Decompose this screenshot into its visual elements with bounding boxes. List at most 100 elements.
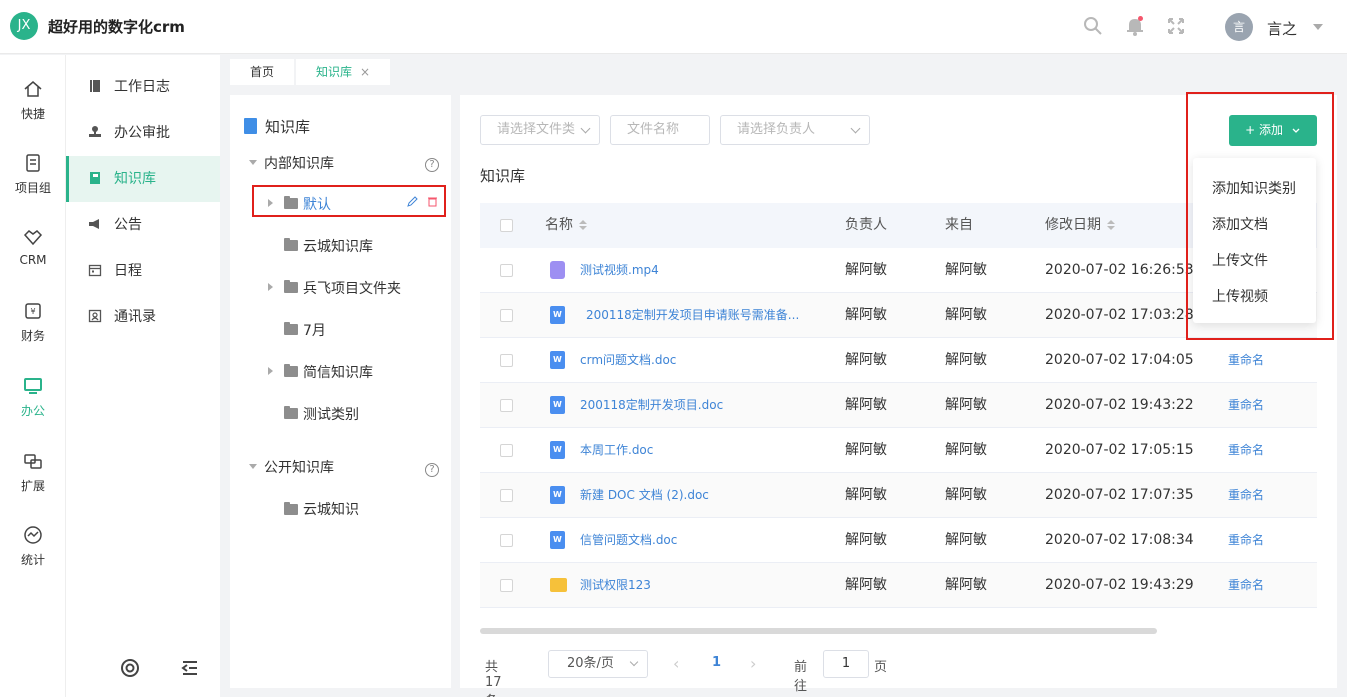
- tree-group-public[interactable]: 公开知识库: [264, 457, 334, 477]
- user-name[interactable]: 言之: [1267, 18, 1297, 39]
- modified-cell: 2020-07-02 17:05:15: [1045, 442, 1194, 458]
- prev-page-button[interactable]: ‹: [673, 654, 679, 673]
- col-name-label: 名称: [545, 217, 573, 233]
- sub-item-label: 工作日志: [114, 79, 170, 95]
- rename-link[interactable]: 重命名: [1228, 473, 1264, 518]
- fullscreen-icon[interactable]: [1166, 16, 1186, 36]
- page-number[interactable]: 1: [712, 655, 721, 670]
- tree-node[interactable]: 兵飞项目文件夹: [303, 278, 401, 298]
- file-name-link[interactable]: crm问题文档.doc: [580, 338, 676, 383]
- next-page-button[interactable]: ›: [750, 654, 756, 673]
- chevron-right-icon[interactable]: [268, 283, 273, 291]
- sub-item-approval[interactable]: 办公审批: [66, 110, 220, 156]
- main-nav: 快捷 项目组 CRM ¥ 财务 办公 扩展 统计: [0, 55, 66, 697]
- sort-icon[interactable]: [1107, 220, 1115, 230]
- calendar-icon: [88, 264, 102, 277]
- file-name-link[interactable]: 信管问题文档.doc: [580, 518, 677, 563]
- row-checkbox[interactable]: [500, 399, 513, 412]
- sub-item-label: 知识库: [114, 171, 156, 187]
- search-icon[interactable]: [1083, 16, 1103, 36]
- row-checkbox[interactable]: [500, 444, 513, 457]
- nav-item-label: 办公: [20, 404, 45, 418]
- file-name-link[interactable]: 本周工作.doc: [580, 428, 653, 473]
- tree-node[interactable]: 7月: [303, 320, 326, 340]
- book-icon: [244, 118, 257, 134]
- rename-link[interactable]: 重命名: [1228, 563, 1264, 608]
- owner-cell: 解阿敏: [845, 487, 887, 503]
- row-checkbox[interactable]: [500, 264, 513, 277]
- source-cell: 解阿敏: [945, 487, 987, 503]
- chevron-down-icon[interactable]: [249, 160, 257, 165]
- owner-select[interactable]: 请选择负责人: [720, 115, 870, 145]
- notification-dot: [1138, 16, 1143, 21]
- highlight-frame: [252, 185, 446, 217]
- tree-node[interactable]: 云城知识库: [303, 236, 373, 256]
- rename-link[interactable]: 重命名: [1228, 518, 1264, 563]
- col-name[interactable]: 名称: [545, 203, 587, 248]
- row-checkbox[interactable]: [500, 354, 513, 367]
- file-name-link[interactable]: 200118定制开发项目申请账号需准备...: [586, 293, 801, 338]
- collapse-menu-icon[interactable]: [180, 658, 200, 678]
- nav-item-finance[interactable]: ¥ 财务: [0, 301, 66, 344]
- nav-item-label: 快捷: [20, 107, 45, 121]
- source-cell: 解阿敏: [945, 577, 987, 593]
- sub-item-label: 日程: [114, 263, 142, 279]
- row-checkbox[interactable]: [500, 534, 513, 547]
- rename-link[interactable]: 重命名: [1228, 428, 1264, 473]
- goto-page-input[interactable]: 1: [823, 650, 869, 678]
- word-file-icon: [550, 531, 565, 549]
- tab-home[interactable]: 首页: [230, 59, 295, 85]
- avatar[interactable]: 言: [1225, 13, 1253, 41]
- caret-down-icon[interactable]: [1313, 24, 1323, 30]
- nav-item-project[interactable]: 项目组: [0, 153, 66, 196]
- file-name-link[interactable]: 200118定制开发项目.doc: [580, 383, 723, 428]
- stamp-icon: [89, 126, 101, 137]
- folder-icon: [284, 322, 298, 335]
- nav-item-crm[interactable]: CRM: [0, 227, 66, 267]
- horizontal-scrollbar[interactable]: [480, 628, 1157, 634]
- sub-item-contacts[interactable]: 通讯录: [66, 294, 220, 340]
- rename-link[interactable]: 重命名: [1228, 383, 1264, 428]
- settings-icon[interactable]: [120, 658, 140, 678]
- category-tree-panel: 知识库 内部知识库 ? 默认 云城知识库 兵飞项目文件夹 7月 简信知识库 测试…: [230, 95, 451, 688]
- file-name-link[interactable]: 测试权限123: [580, 563, 651, 608]
- nav-item-office[interactable]: 办公: [0, 376, 66, 419]
- modified-cell: 2020-07-02 17:04:05: [1045, 352, 1194, 368]
- table-row: 本周工作.doc 解阿敏 解阿敏 2020-07-02 17:05:15 重命名: [480, 428, 1317, 473]
- chevron-right-icon[interactable]: [268, 367, 273, 375]
- page-size-value: 20条/页: [567, 656, 614, 671]
- tree-node[interactable]: 简信知识库: [303, 362, 373, 382]
- rename-link[interactable]: 重命名: [1228, 338, 1264, 383]
- nav-item-stats[interactable]: 统计: [0, 525, 66, 568]
- tab-knowledge[interactable]: 知识库 ×: [296, 59, 391, 85]
- folder-icon: [284, 406, 298, 419]
- page-size-select[interactable]: 20条/页: [548, 650, 648, 678]
- name-input-placeholder: 文件名称: [627, 122, 680, 137]
- tree-group-internal[interactable]: 内部知识库: [264, 153, 334, 173]
- help-icon[interactable]: ?: [425, 158, 439, 172]
- col-modified[interactable]: 修改日期: [1045, 203, 1115, 248]
- sub-item-notice[interactable]: 公告: [66, 202, 220, 248]
- tree-node[interactable]: 测试类别: [303, 404, 359, 424]
- select-all-checkbox[interactable]: [500, 219, 513, 232]
- document-icon: [26, 154, 40, 172]
- tree-node[interactable]: 云城知识: [303, 499, 359, 519]
- contacts-icon: [88, 309, 102, 323]
- help-icon[interactable]: ?: [425, 463, 439, 477]
- chevron-down-icon[interactable]: [249, 464, 257, 469]
- sub-item-knowledge[interactable]: 知识库: [66, 156, 220, 202]
- close-icon[interactable]: ×: [360, 65, 370, 79]
- row-checkbox[interactable]: [500, 489, 513, 502]
- sub-item-schedule[interactable]: 日程: [66, 248, 220, 294]
- row-checkbox[interactable]: [500, 579, 513, 592]
- nav-item-extend[interactable]: 扩展: [0, 451, 66, 494]
- name-input[interactable]: 文件名称: [610, 115, 710, 145]
- sort-icon[interactable]: [579, 220, 587, 230]
- nav-item-shortcut[interactable]: 快捷: [0, 79, 66, 122]
- word-file-icon: [550, 396, 565, 414]
- row-checkbox[interactable]: [500, 309, 513, 322]
- file-name-link[interactable]: 测试视频.mp4: [580, 248, 659, 293]
- sub-item-worklog[interactable]: 工作日志: [66, 64, 220, 110]
- type-select[interactable]: 请选择文件类: [480, 115, 600, 145]
- file-name-link[interactable]: 新建 DOC 文档 (2).doc: [580, 473, 709, 518]
